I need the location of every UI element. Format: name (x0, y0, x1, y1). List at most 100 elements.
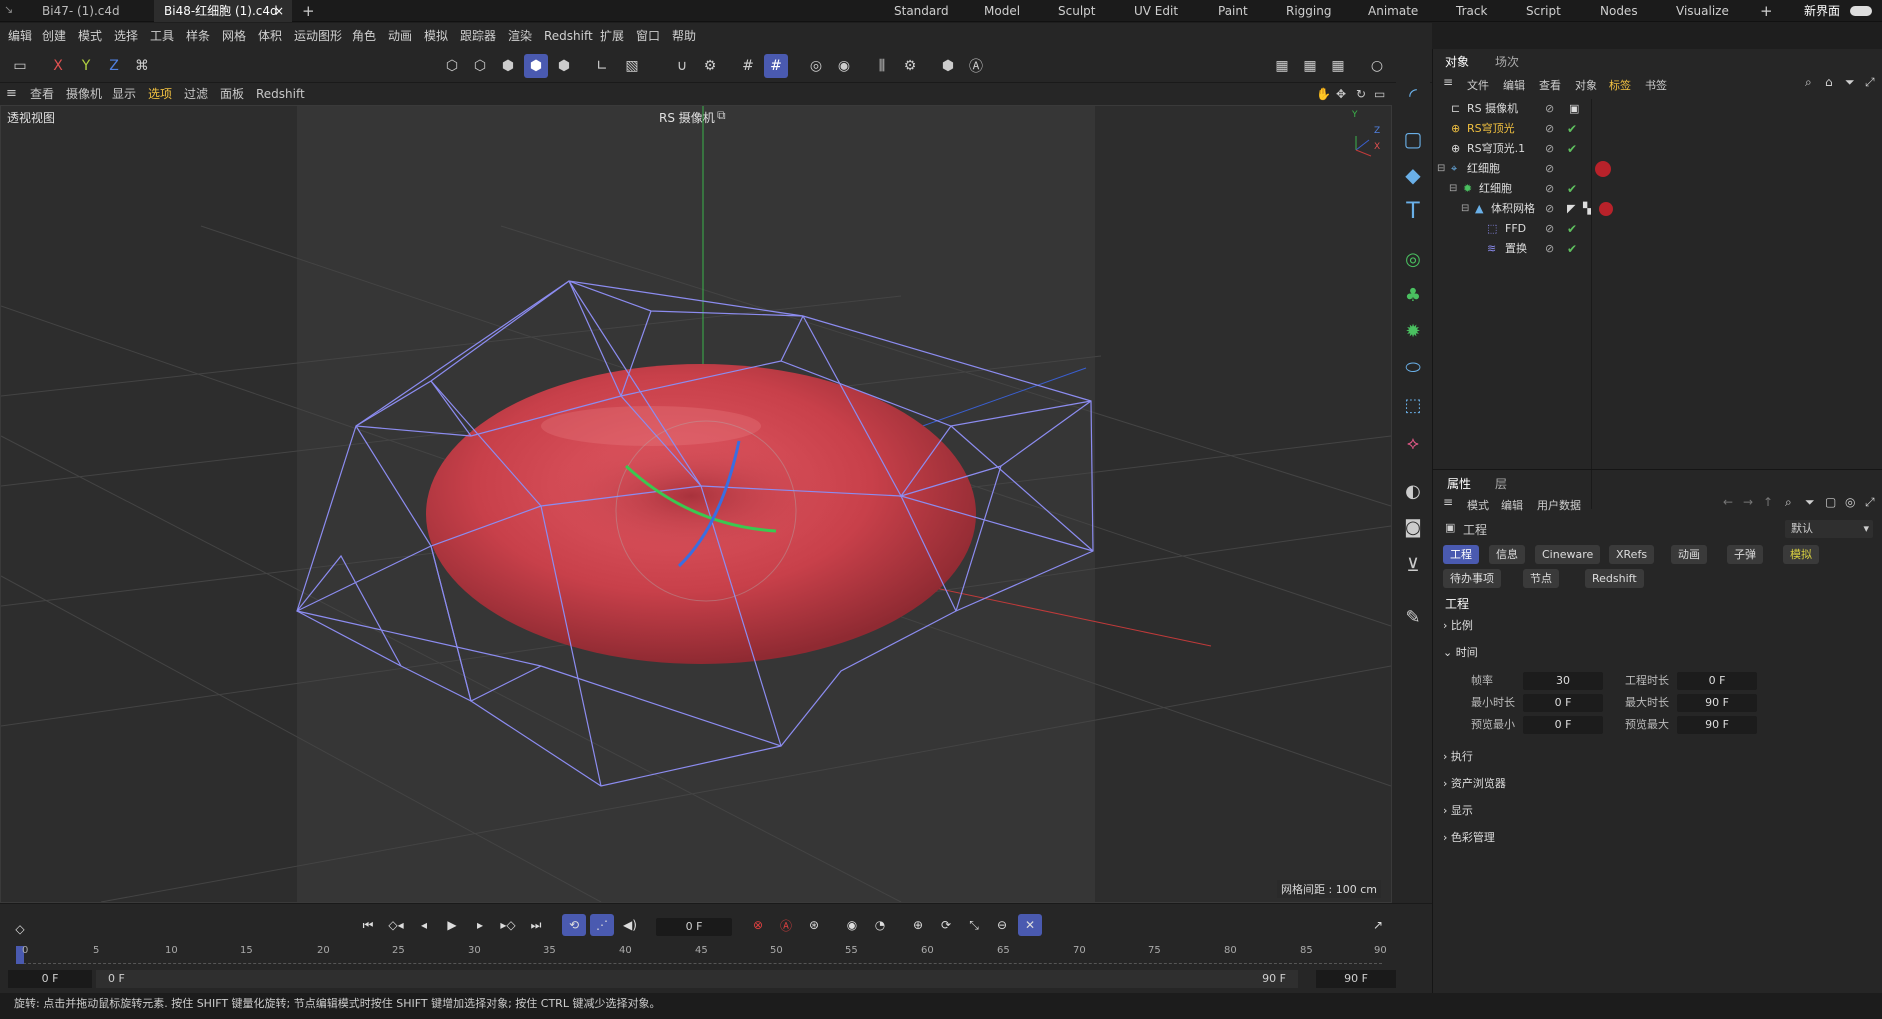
material-tag-icon[interactable] (1595, 161, 1611, 177)
floor-icon[interactable]: ⊻ (1398, 550, 1428, 580)
key-scale-icon[interactable]: ⤡ (962, 914, 986, 936)
axis-z-toggle[interactable]: Z (102, 54, 126, 78)
obj-menu-item[interactable]: 编辑 (1503, 77, 1525, 93)
attr-menu-item[interactable]: 用户数据 (1537, 497, 1581, 513)
layout-nodes[interactable]: Nodes (1600, 0, 1638, 22)
refresh-icon[interactable]: ○ (1365, 54, 1389, 78)
target-icon[interactable]: ◎ (1845, 495, 1855, 509)
render-picture-icon[interactable]: ▦ (1298, 54, 1322, 78)
visibility-toggle[interactable]: ⊘ (1545, 119, 1554, 139)
render-region-icon[interactable]: ◎ (804, 54, 828, 78)
document-tab-active[interactable]: Bi48-红细胞 (1).c4d × (154, 0, 292, 22)
loop-icon[interactable]: ⟲ (562, 914, 586, 936)
text-tool-icon[interactable]: T (1398, 196, 1428, 226)
attr-tab-todo[interactable]: 待办事项 (1443, 569, 1501, 588)
object-row[interactable]: ⊟ ▲ 体积网格 ⊘ ◤ ▚ (1433, 199, 1882, 219)
layout-paint[interactable]: Paint (1218, 0, 1248, 22)
object-row[interactable]: ⊟ ✹ 红细胞 ⊘ ✔ (1433, 179, 1882, 199)
menu-item[interactable]: Redshift (544, 23, 593, 49)
menu-item[interactable]: 样条 (186, 23, 210, 49)
key-param-icon[interactable]: ⊖ (990, 914, 1014, 936)
obj-menu-item[interactable]: 对象 (1575, 77, 1597, 93)
attr-tab-redshift[interactable]: Redshift (1585, 569, 1644, 588)
project-time-field[interactable]: 0 F (1677, 672, 1757, 690)
menu-item[interactable]: 模式 (78, 23, 102, 49)
obj-menu-item[interactable]: 文件 (1467, 77, 1489, 93)
ffd-tool-icon[interactable]: ⬚ (1398, 390, 1428, 420)
max-time-field[interactable]: 90 F (1677, 694, 1757, 712)
menu-item[interactable]: 编辑 (8, 23, 32, 49)
back-icon[interactable]: ← (1723, 495, 1733, 509)
workplane-icon[interactable]: ▧ (620, 54, 644, 78)
key-pla-icon[interactable]: ✕ (1018, 914, 1042, 936)
end-frame-field[interactable]: 90 F (1316, 970, 1396, 988)
layout-script[interactable]: Script (1526, 0, 1561, 22)
prev-key-icon[interactable]: ◇◂ (384, 914, 408, 936)
camera-tag-icon[interactable]: ▣ (1569, 99, 1579, 119)
expand-icon[interactable]: ⤢ (1865, 495, 1875, 510)
search-icon[interactable]: ⌕ (1805, 75, 1812, 90)
box-select-icon[interactable]: ▢ (1398, 124, 1428, 154)
attr-menu-item[interactable]: 编辑 (1501, 497, 1523, 513)
new-interface-label[interactable]: 新界面 (1804, 0, 1840, 22)
goto-start-icon[interactable]: ⏮ (356, 914, 380, 936)
play-mode-icon[interactable]: ⋰ (590, 914, 614, 936)
min-time-field[interactable]: 0 F (1523, 694, 1603, 712)
preview-max-field[interactable]: 90 F (1677, 716, 1757, 734)
document-tab[interactable]: Bi47- (1).c4d (32, 0, 130, 22)
maximize-view-icon[interactable]: ▭ (1374, 83, 1385, 105)
section-display[interactable]: › 显示 (1443, 801, 1473, 821)
key-time-icon[interactable]: ◔ (868, 914, 892, 936)
layout-standard[interactable]: Standard (894, 0, 949, 22)
forward-icon[interactable]: → (1743, 495, 1753, 509)
menu-item[interactable]: 创建 (42, 23, 66, 49)
layout-animate[interactable]: Animate (1368, 0, 1418, 22)
range-slider[interactable]: 0 F 90 F (96, 970, 1298, 988)
menu-item[interactable]: 体积 (258, 23, 282, 49)
enabled-check-icon[interactable]: ✔ (1567, 239, 1577, 259)
home-icon[interactable]: ⌂ (1825, 75, 1833, 89)
attr-tab-bullet[interactable]: 子弹 (1727, 545, 1763, 564)
viewport-menu-item[interactable]: Redshift (256, 83, 305, 105)
menu-item[interactable]: 窗口 (636, 23, 660, 49)
snap-active-icon[interactable]: # (764, 54, 788, 78)
perspective-viewport[interactable]: Y Z X 透视视图 RS 摄像机 ⧉ 网格间距 : 100 cm (0, 105, 1392, 903)
redshift-icon[interactable]: ⬢ (936, 54, 960, 78)
start-frame-field[interactable]: 0 F (8, 970, 92, 988)
sound-icon[interactable]: ◀) (618, 914, 642, 936)
auto-icon[interactable]: Ⓐ (964, 54, 988, 78)
axis-y-toggle[interactable]: Y (74, 54, 98, 78)
keyframe-icon[interactable]: ◇ (8, 918, 32, 940)
graph-editor-icon[interactable]: ↗ (1366, 914, 1390, 936)
next-frame-icon[interactable]: ▸ (468, 914, 492, 936)
archive-icon[interactable]: ▭ (8, 54, 32, 78)
enabled-check-icon[interactable]: ✔ (1567, 219, 1577, 239)
menu-item[interactable]: 模拟 (424, 23, 448, 49)
layout-rigging[interactable]: Rigging (1286, 0, 1331, 22)
visibility-toggle[interactable]: ⊘ (1545, 219, 1554, 239)
goto-end-icon[interactable]: ⏭ (524, 914, 548, 936)
points-mode-icon[interactable]: ⬡ (440, 54, 464, 78)
next-key-icon[interactable]: ▸◇ (496, 914, 520, 936)
paint-icon[interactable]: ✎ (1398, 602, 1428, 632)
enabled-check-icon[interactable]: ✔ (1567, 179, 1577, 199)
section-time[interactable]: ⌄ 时间 (1443, 643, 1478, 663)
tab-attributes[interactable]: 属性 (1447, 473, 1471, 495)
tab-layers[interactable]: 层 (1495, 473, 1507, 495)
current-frame-field[interactable]: 0 F (656, 918, 732, 936)
section-asset-browser[interactable]: › 资产浏览器 (1443, 774, 1506, 794)
preset-dropdown[interactable]: 默认 ▾ (1785, 520, 1873, 538)
coordinate-system-icon[interactable]: ⌘ (130, 54, 154, 78)
tag-icon[interactable]: ◤ (1567, 199, 1575, 219)
spline-tool-icon[interactable]: ⟡ (1398, 428, 1428, 458)
rotate-view-icon[interactable]: ↻ (1356, 83, 1366, 105)
camera-icon[interactable]: ◙ (1398, 512, 1428, 542)
material-tag-icon[interactable] (1599, 202, 1613, 216)
hamburger-icon[interactable]: ≡ (1443, 495, 1453, 509)
autokey-icon[interactable]: Ⓐ (774, 914, 798, 936)
attr-tab-animation[interactable]: 动画 (1671, 545, 1707, 564)
object-row[interactable]: ⊕ RS穹顶光.1 ⊘ ✔ (1433, 139, 1882, 159)
render-settings-icon[interactable]: ◉ (832, 54, 856, 78)
expand-icon[interactable]: ⤢ (1865, 75, 1875, 90)
visibility-toggle[interactable]: ⊘ (1545, 139, 1554, 159)
